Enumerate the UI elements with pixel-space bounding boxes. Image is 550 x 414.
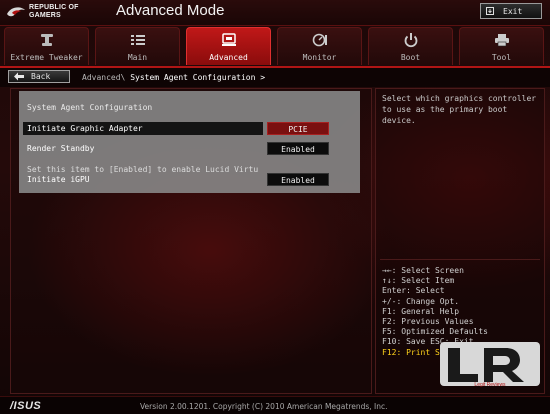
section-title: System Agent Configuration xyxy=(27,103,153,112)
rog-eye-icon xyxy=(7,7,25,17)
breadcrumb-parent[interactable]: Advanced\ xyxy=(82,73,125,82)
breadcrumb-bar: Back Advanced\ System Agent Configuratio… xyxy=(0,66,550,87)
header-bar: REPUBLIC OF GAMERS Advanced Mode Exit xyxy=(0,0,550,26)
setting-hint-lucid-virtu: Set this item to [Enabled] to enable Luc… xyxy=(27,165,259,174)
tab-tool[interactable]: Tool xyxy=(459,27,544,65)
key-hint: →←: Select Screen xyxy=(382,266,464,275)
key-hint: F1: General Help xyxy=(382,306,460,316)
breadcrumb: Advanced\ System Agent Configuration > xyxy=(82,73,265,82)
help-divider xyxy=(380,259,540,260)
tab-label: Monitor xyxy=(302,53,337,62)
graphic-adapter-select[interactable]: PCIE xyxy=(267,122,329,135)
setting-label-initiate-igpu: Initiate iGPU xyxy=(27,175,90,184)
back-arrow-icon xyxy=(14,72,24,81)
power-icon xyxy=(404,33,418,48)
wrench-icon xyxy=(41,34,53,46)
key-hint: +/-: Change Opt. xyxy=(382,296,460,306)
brand-line2: GAMERS xyxy=(29,12,61,19)
main-tabs: Extreme Tweaker Main Advanced Monitor Bo… xyxy=(4,27,546,65)
key-hint: F5: Optimized Defaults xyxy=(382,327,488,337)
chip-icon xyxy=(222,33,236,46)
exit-icon xyxy=(486,7,494,15)
footer-bar: /ISUS Version 2.00.1201. Copyright (C) 2… xyxy=(0,396,550,414)
back-label: Back xyxy=(31,72,51,81)
list-icon xyxy=(131,35,145,45)
settings-panel: System Agent Configuration Initiate Grap… xyxy=(10,88,372,394)
tab-label: Advanced xyxy=(209,53,248,62)
version-text: Version 2.00.1201. Copyright (C) 2010 Am… xyxy=(140,402,388,411)
rog-logo: REPUBLIC OF GAMERS xyxy=(6,2,106,23)
tab-label: Boot xyxy=(400,53,421,62)
exit-button[interactable]: Exit xyxy=(480,3,542,19)
tab-main[interactable]: Main xyxy=(95,27,180,65)
tab-monitor[interactable]: Monitor xyxy=(277,27,362,65)
gauge-icon xyxy=(312,33,327,47)
key-hint: Enter: Select xyxy=(382,286,445,296)
legit-reviews-logo: Legit Reviews xyxy=(440,342,540,388)
setting-label-graphic-adapter: Initiate Graphic Adapter xyxy=(27,124,143,133)
render-standby-select[interactable]: Enabled xyxy=(267,142,329,155)
tab-advanced[interactable]: Advanced xyxy=(186,27,271,65)
key-hint: F2: Previous Values xyxy=(382,317,474,327)
key-hint: ↑↓: Select Item xyxy=(382,276,455,286)
help-description: Select which graphics controller to use … xyxy=(382,94,537,125)
tab-label: Tool xyxy=(491,53,512,62)
initiate-igpu-select[interactable]: Enabled xyxy=(267,173,329,186)
tab-extreme-tweaker[interactable]: Extreme Tweaker xyxy=(4,27,89,65)
watermark-text: Legit Reviews xyxy=(474,382,506,388)
printer-icon xyxy=(495,34,509,47)
setting-label-render-standby: Render Standby xyxy=(27,144,95,153)
tab-label: Main xyxy=(127,53,148,62)
exit-label: Exit xyxy=(503,7,523,16)
tab-label: Extreme Tweaker xyxy=(10,53,83,62)
back-button[interactable]: Back xyxy=(8,70,70,83)
brand-line1: REPUBLIC OF xyxy=(29,4,79,11)
tab-boot[interactable]: Boot xyxy=(368,27,453,65)
page-title: Advanced Mode xyxy=(116,2,225,19)
asus-logo: /ISUS xyxy=(10,400,42,412)
breadcrumb-current: System Agent Configuration > xyxy=(130,73,266,82)
